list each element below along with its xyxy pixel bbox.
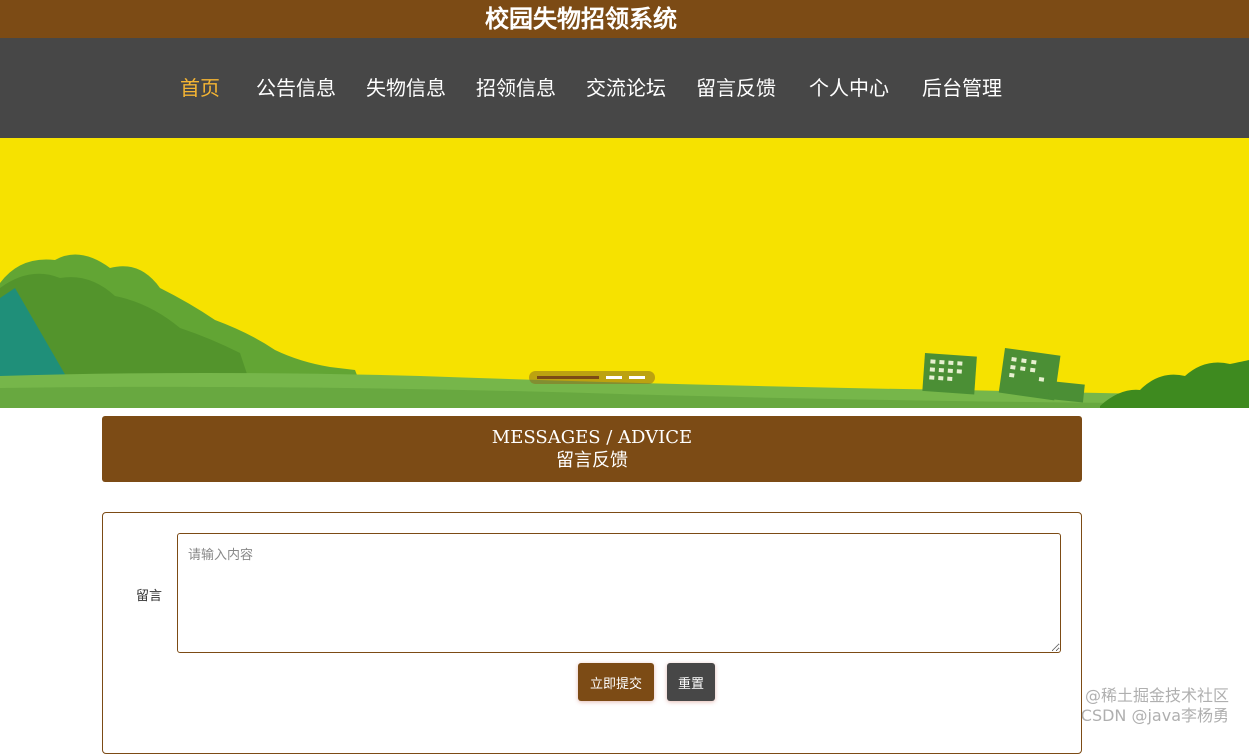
submit-button[interactable]: 立即提交 [578,663,654,701]
carousel-dot-1[interactable] [537,376,599,379]
watermark-line-1: @稀土掘金技术社区 [1084,686,1229,705]
feedback-form: 留言 立即提交 重置 [102,512,1082,754]
watermark-line-2: CSDN @java李杨勇 [1080,706,1229,725]
nav-item-profile[interactable]: 个人中心 [809,38,889,138]
carousel-dot-3[interactable] [629,376,645,379]
message-input[interactable] [177,533,1061,653]
section-title-en: MESSAGES / ADVICE [491,427,693,448]
section-header: MESSAGES / ADVICE 留言反馈 [102,416,1082,482]
nav-item-lost-items[interactable]: 失物信息 [366,38,446,138]
banner-carousel[interactable] [0,138,1249,408]
carousel-indicators [529,371,655,384]
reset-button[interactable]: 重置 [667,663,715,701]
banner-illustration [0,138,1249,408]
watermark: @稀土掘金技术社区 CSDN @java李杨勇 [1081,686,1229,726]
site-title: 校园失物招领系统 [485,5,677,33]
section-title-cn: 留言反馈 [556,450,628,471]
main-nav: 首页 公告信息 失物信息 招领信息 交流论坛 留言反馈 个人中心 后台管理 [0,38,1249,138]
nav-item-feedback[interactable]: 留言反馈 [696,38,776,138]
nav-item-found-items[interactable]: 招领信息 [476,38,556,138]
nav-item-forum[interactable]: 交流论坛 [586,38,666,138]
top-bar: 校园失物招领系统 [0,0,1249,38]
nav-item-announcements[interactable]: 公告信息 [256,38,336,138]
carousel-dot-2[interactable] [606,376,622,379]
nav-item-home[interactable]: 首页 [180,38,220,138]
nav-item-admin[interactable]: 后台管理 [922,38,1002,138]
message-label: 留言 [136,589,163,604]
